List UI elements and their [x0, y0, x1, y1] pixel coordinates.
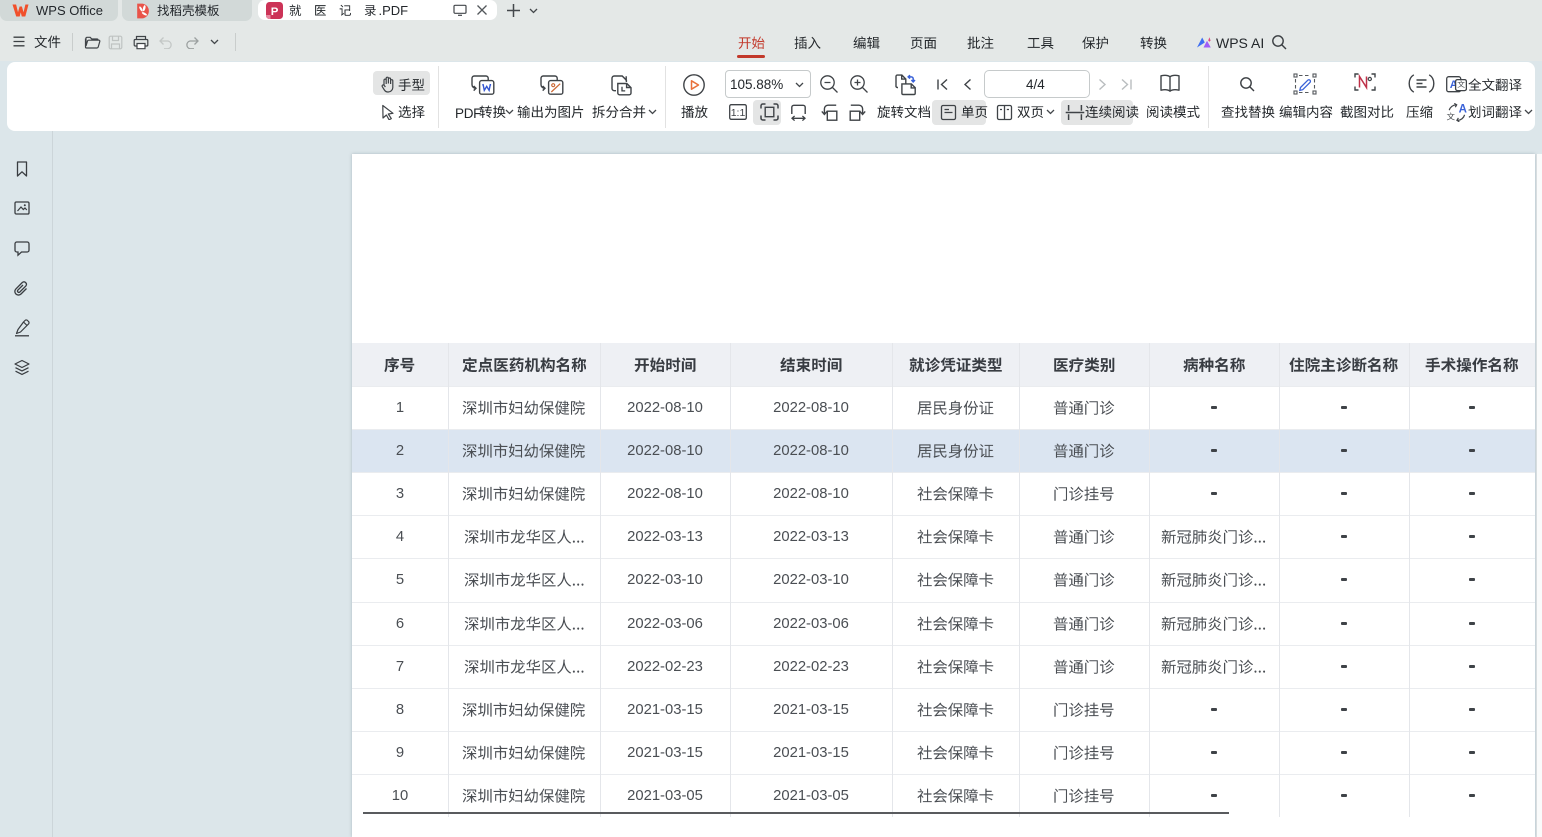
svg-text:A: A [1459, 104, 1467, 116]
svg-text:1:1: 1:1 [731, 107, 746, 119]
svg-text:P: P [271, 6, 279, 18]
